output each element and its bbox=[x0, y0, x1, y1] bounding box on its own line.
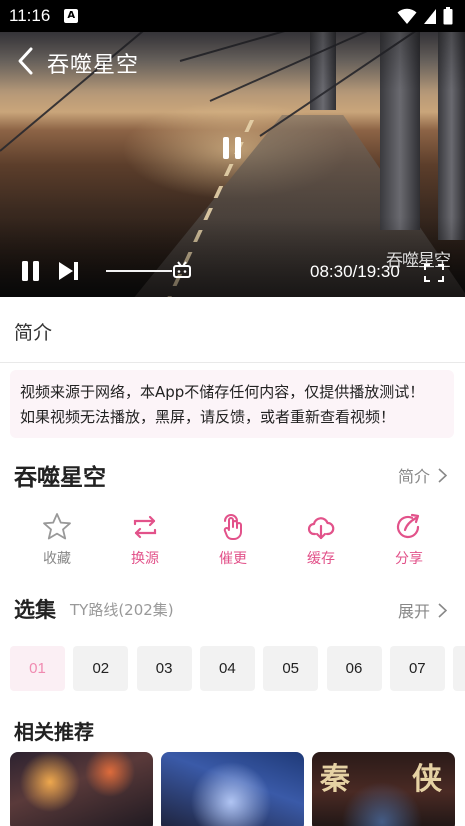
recommendation-card[interactable]: 秦 侠 bbox=[312, 752, 455, 826]
recommendation-card[interactable] bbox=[10, 752, 153, 826]
intro-section-heading: 简介 bbox=[0, 297, 465, 363]
episode-item[interactable]: 03 bbox=[136, 646, 192, 691]
signal-icon bbox=[424, 8, 436, 24]
status-icons bbox=[397, 7, 453, 25]
tv-icon[interactable] bbox=[172, 261, 192, 279]
share-icon bbox=[396, 513, 420, 539]
episode-item[interactable]: 06 bbox=[326, 646, 382, 691]
recommendation-list: 秦 侠 bbox=[10, 752, 465, 826]
action-label: 分享 bbox=[395, 551, 423, 567]
favorite-button[interactable]: 收藏 bbox=[27, 512, 87, 568]
expand-label: 展开 bbox=[397, 602, 430, 621]
episodes-title: 选集 bbox=[14, 598, 56, 622]
notice-line: 视频来源于网络，本App不储存任何内容，仅提供播放测试！ bbox=[20, 383, 425, 401]
cache-button[interactable]: 缓存 bbox=[291, 512, 351, 568]
wifi-icon bbox=[397, 8, 417, 24]
player-controls: 08:30/19:30 bbox=[0, 256, 465, 286]
action-label: 缓存 bbox=[307, 551, 335, 567]
pause-icon[interactable] bbox=[220, 135, 244, 161]
recommendation-card[interactable] bbox=[161, 752, 304, 826]
star-icon bbox=[43, 513, 71, 540]
video-player[interactable]: 吞噬星空 吞噬星空 08:30/19:30 bbox=[0, 0, 465, 297]
fullscreen-icon[interactable] bbox=[424, 264, 444, 282]
poster-title-char: 秦 bbox=[320, 762, 350, 797]
video-title: 吞噬星空 bbox=[47, 53, 140, 78]
episode-item[interactable]: 02 bbox=[73, 646, 129, 691]
status-bar: 11:16 A bbox=[0, 0, 465, 32]
disclaimer-notice: 视频来源于网络，本App不储存任何内容，仅提供播放测试！ 如果视频无法播放，黑屏… bbox=[10, 370, 454, 438]
intro-link[interactable]: 简介 bbox=[398, 463, 447, 487]
switch-source-button[interactable]: 换源 bbox=[115, 512, 175, 568]
switch-source-icon bbox=[133, 515, 157, 539]
episode-item-overflow[interactable] bbox=[453, 646, 465, 691]
next-icon[interactable] bbox=[57, 260, 81, 282]
expand-episodes-link[interactable]: 展开 bbox=[398, 598, 447, 622]
notice-line: 如果视频无法播放，黑屏，请反馈，或者重新查看视频！ bbox=[20, 408, 396, 426]
playback-time: 08:30/19:30 bbox=[310, 262, 400, 281]
recommendations-title: 相关推荐 bbox=[14, 720, 94, 744]
status-time: 11:16 bbox=[9, 6, 51, 25]
notification-icon: A bbox=[64, 9, 79, 23]
intro-link-label: 简介 bbox=[397, 467, 430, 486]
poster-title-char: 侠 bbox=[412, 762, 442, 797]
episode-source-line[interactable]: TY路线(202集) bbox=[70, 599, 174, 620]
show-title: 吞噬星空 bbox=[14, 465, 106, 491]
episode-item[interactable]: 01 bbox=[10, 646, 65, 691]
episode-item[interactable]: 07 bbox=[389, 646, 445, 691]
episode-item[interactable]: 05 bbox=[263, 646, 319, 691]
action-label: 催更 bbox=[219, 551, 247, 567]
action-label: 换源 bbox=[131, 551, 159, 567]
urge-update-button[interactable]: 催更 bbox=[203, 512, 263, 568]
chevron-right-icon bbox=[438, 467, 447, 483]
chevron-left-icon[interactable] bbox=[14, 46, 38, 76]
chevron-right-icon bbox=[438, 602, 447, 618]
episode-item[interactable]: 04 bbox=[199, 646, 255, 691]
battery-icon bbox=[443, 7, 453, 25]
pause-icon[interactable] bbox=[20, 260, 42, 282]
cloud-download-icon bbox=[307, 517, 335, 540]
progress-bar[interactable] bbox=[106, 270, 172, 272]
urge-update-icon bbox=[223, 514, 242, 540]
share-button[interactable]: 分享 bbox=[379, 512, 439, 568]
action-label: 收藏 bbox=[43, 551, 71, 567]
action-bar: 收藏 换源 催更 缓存 分享 bbox=[0, 512, 465, 572]
episode-list: 01 02 03 04 05 06 07 bbox=[10, 646, 465, 691]
